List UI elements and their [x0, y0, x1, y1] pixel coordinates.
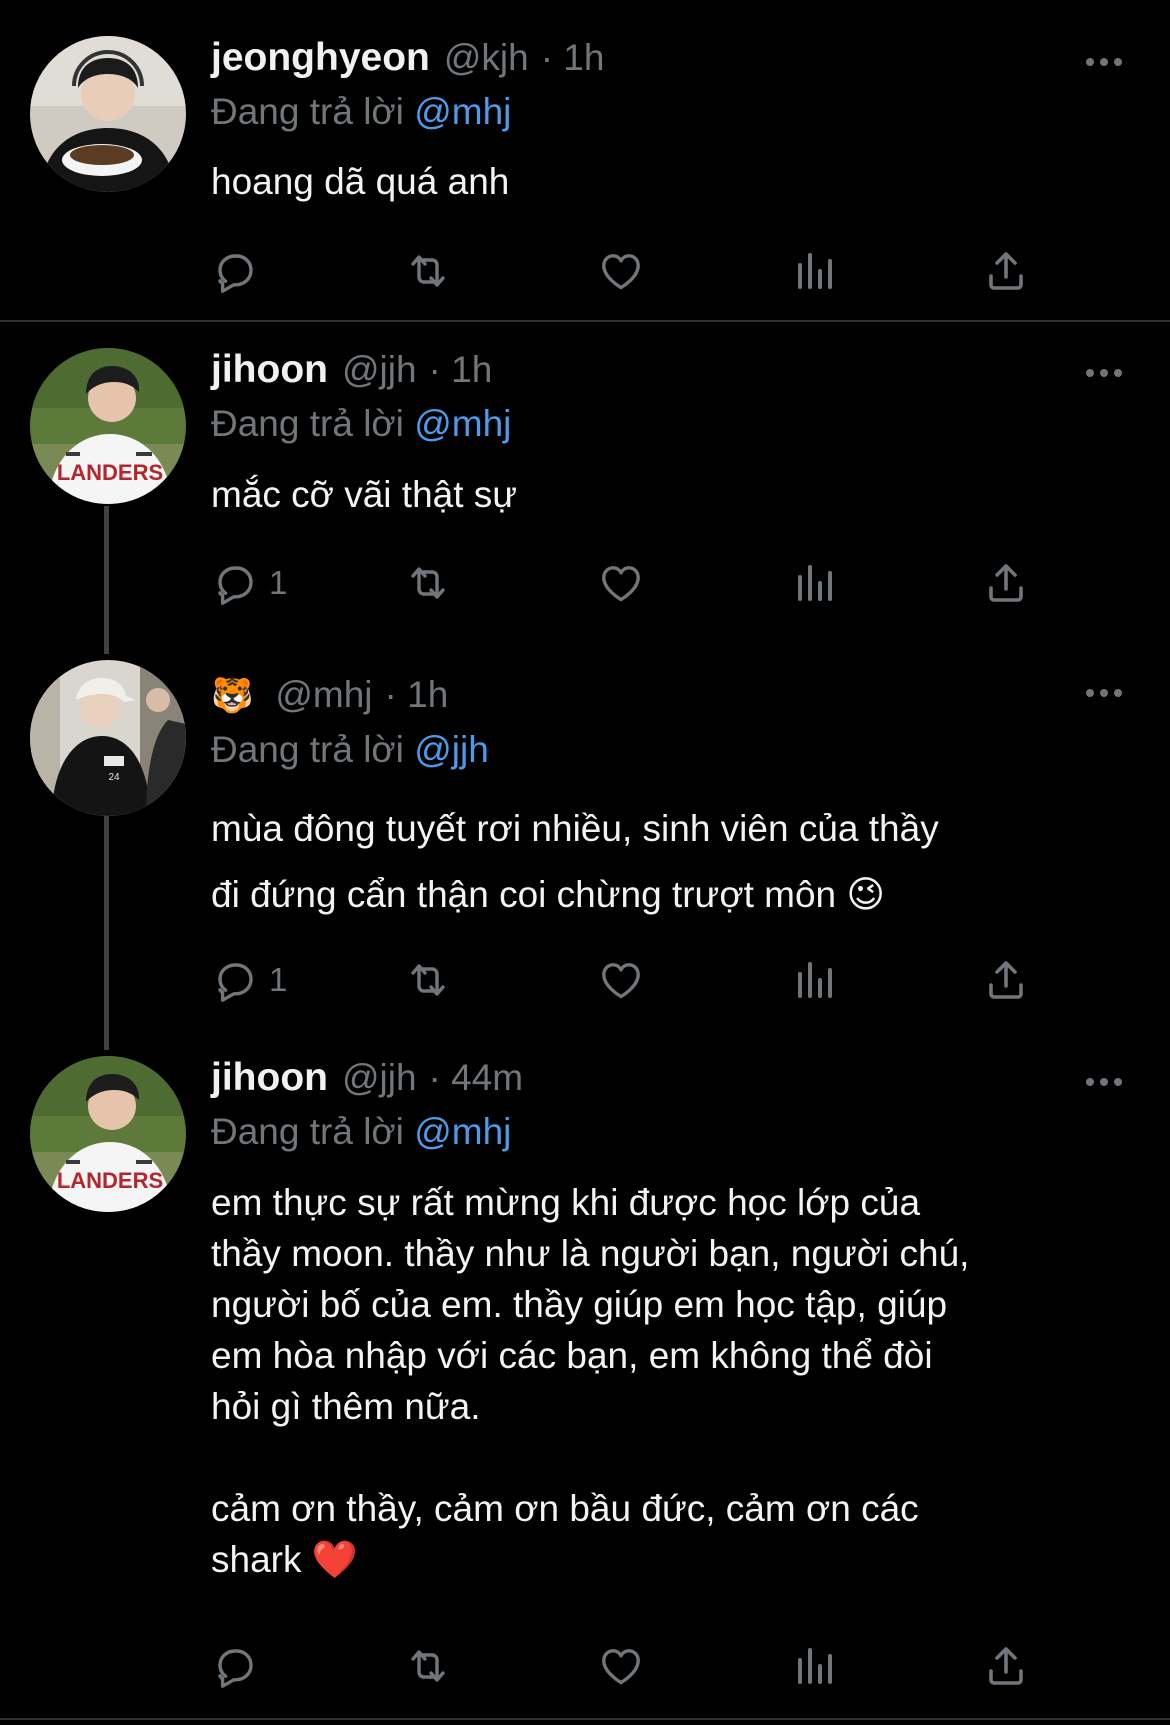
share-button[interactable]: [982, 1641, 1030, 1691]
replying-to: Đang trả lời @mhj: [211, 91, 511, 133]
reply-button[interactable]: [211, 246, 269, 296]
action-bar: 1: [211, 955, 1031, 1005]
views-icon: [790, 956, 838, 1004]
more-options-icon[interactable]: [1084, 1075, 1124, 1089]
tweet-text: mùa đông tuyết rơi nhiều, sinh viên của …: [211, 808, 939, 915]
timestamp[interactable]: · 44m: [429, 1057, 524, 1099]
views-icon: [790, 559, 838, 607]
mention-link[interactable]: @mhj: [414, 403, 511, 444]
retweet-button[interactable]: [404, 1641, 452, 1691]
avatar[interactable]: [30, 36, 186, 192]
tweet-header: jeonghyeon @kjh · 1h: [211, 36, 604, 86]
tweet-text: hoang dã quá anh: [211, 161, 510, 202]
share-button[interactable]: [982, 558, 1030, 608]
thread-line: [104, 506, 109, 654]
share-icon: [982, 247, 1030, 295]
heart-icon: [597, 559, 645, 607]
retweet-icon: [404, 956, 452, 1004]
share-button[interactable]: [982, 955, 1030, 1005]
display-name[interactable]: jihoon: [211, 1056, 328, 1100]
retweet-button[interactable]: [404, 246, 452, 296]
share-icon: [982, 559, 1030, 607]
reply-icon: [211, 247, 259, 295]
retweet-icon: [404, 1642, 452, 1690]
avatar[interactable]: [30, 1056, 186, 1212]
tweet-text: mắc cỡ vãi thật sự: [211, 474, 518, 515]
views-button[interactable]: [790, 1641, 838, 1691]
replying-to: Đang trả lời @jjh: [211, 729, 489, 771]
share-icon: [982, 1642, 1030, 1690]
tweet-header: jihoon @jjh · 44m: [211, 1056, 523, 1106]
like-button[interactable]: [597, 1641, 645, 1691]
retweet-button[interactable]: [404, 558, 452, 608]
timestamp[interactable]: · 1h: [541, 37, 605, 79]
retweet-button[interactable]: [404, 955, 452, 1005]
views-button[interactable]: [790, 955, 838, 1005]
reply-icon: [211, 559, 259, 607]
tweet-header: jihoon @jjh · 1h: [211, 348, 492, 398]
reply-icon: [211, 956, 259, 1004]
retweet-icon: [404, 559, 452, 607]
mention-link[interactable]: @mhj: [414, 1111, 511, 1152]
tweet-header: 🐯 @mhj · 1h: [211, 674, 448, 724]
thread-line: [104, 816, 109, 1050]
tweet-separator: [0, 1718, 1170, 1720]
mention-link[interactable]: @mhj: [414, 91, 511, 132]
more-options-icon[interactable]: [1084, 686, 1124, 700]
reply-icon: [211, 1642, 259, 1690]
heart-icon: [597, 956, 645, 1004]
action-bar: 1: [211, 558, 1031, 608]
retweet-icon: [404, 247, 452, 295]
more-options-icon[interactable]: [1084, 55, 1124, 69]
avatar[interactable]: [30, 660, 186, 816]
views-icon: [790, 1642, 838, 1690]
replying-prefix: Đang trả lời: [211, 1111, 404, 1152]
heart-icon: [597, 1642, 645, 1690]
reply-count: 1: [269, 564, 288, 601]
reply-button[interactable]: 1: [211, 955, 287, 1005]
like-button[interactable]: [597, 955, 645, 1005]
display-name[interactable]: jihoon: [211, 348, 328, 392]
handle[interactable]: @kjh: [444, 37, 529, 79]
share-icon: [982, 956, 1030, 1004]
replying-prefix: Đang trả lời: [211, 403, 404, 444]
timestamp[interactable]: · 1h: [429, 349, 493, 391]
display-name[interactable]: 🐯: [211, 676, 253, 716]
action-bar: [211, 246, 1031, 296]
views-icon: [790, 247, 838, 295]
like-button[interactable]: [597, 246, 645, 296]
heart-icon: [597, 247, 645, 295]
replying-prefix: Đang trả lời: [211, 729, 404, 770]
avatar[interactable]: [30, 348, 186, 504]
replying-to: Đang trả lời @mhj: [211, 403, 511, 445]
reply-button[interactable]: [211, 1641, 269, 1691]
action-bar: [211, 1641, 1031, 1691]
handle[interactable]: @mhj: [275, 674, 372, 716]
timestamp[interactable]: · 1h: [385, 674, 449, 716]
mention-link[interactable]: @jjh: [414, 729, 489, 770]
reply-count: 1: [269, 961, 288, 998]
handle[interactable]: @jjh: [342, 349, 417, 391]
handle[interactable]: @jjh: [342, 1057, 417, 1099]
like-button[interactable]: [597, 558, 645, 608]
display-name[interactable]: jeonghyeon: [211, 36, 430, 80]
replying-prefix: Đang trả lời: [211, 91, 404, 132]
reply-button[interactable]: 1: [211, 558, 287, 608]
views-button[interactable]: [790, 246, 838, 296]
views-button[interactable]: [790, 558, 838, 608]
tweet-separator: [0, 320, 1170, 322]
tweet-text: em thực sự rất mừng khi được học lớp của…: [211, 1182, 970, 1580]
more-options-icon[interactable]: [1084, 366, 1124, 380]
share-button[interactable]: [982, 246, 1030, 296]
replying-to: Đang trả lời @mhj: [211, 1111, 511, 1153]
